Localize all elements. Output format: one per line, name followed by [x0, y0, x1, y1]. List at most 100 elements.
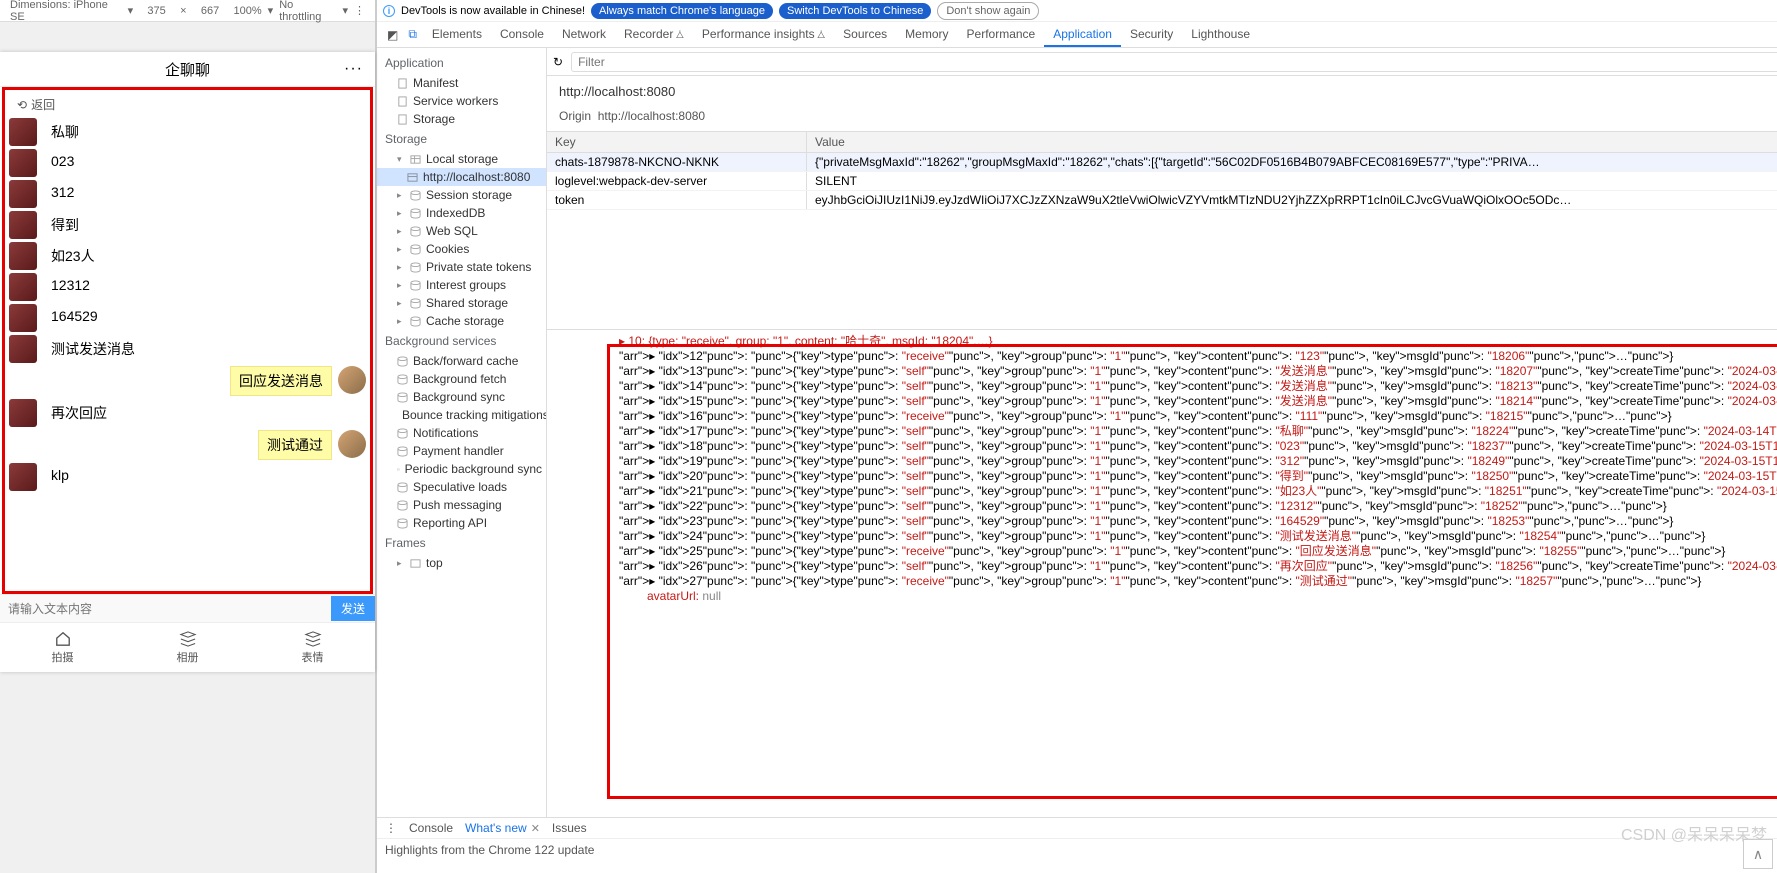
devtools-tab[interactable]: Memory [896, 23, 957, 47]
log-line[interactable]: ▸ 10: {type: "receive", group: "1", cont… [617, 334, 1777, 349]
avatar[interactable] [338, 430, 366, 458]
avatar[interactable] [9, 335, 37, 363]
message-row[interactable]: 私聊 [9, 118, 366, 146]
switch-chinese-button[interactable]: Switch DevTools to Chinese [779, 3, 931, 19]
storage-row[interactable]: chats-1879878-NKCNO-NKNK{"privateMsgMaxI… [547, 153, 1777, 172]
sidebar-item[interactable]: ▸Interest groups [377, 276, 546, 294]
message-row[interactable]: klp [9, 463, 366, 491]
avatar[interactable] [9, 273, 37, 301]
dont-show-button[interactable]: Don't show again [937, 2, 1039, 20]
more-icon[interactable]: ⋮ [354, 4, 365, 17]
sidebar-item[interactable]: ▸Cookies [377, 240, 546, 258]
message-row[interactable]: 164529 [9, 304, 366, 332]
sidebar-item[interactable]: Storage [377, 110, 546, 128]
log-line[interactable]: "arr">▸ "idx">23"punc">: "punc">{"key">t… [617, 514, 1777, 529]
devtools-tab[interactable]: Console [491, 23, 553, 47]
devtools-tab[interactable]: Recorder ⧊ [615, 23, 693, 47]
value-preview[interactable]: ▸ 10: {type: "receive", group: "1", cont… [547, 330, 1777, 817]
message-row[interactable]: 023 [9, 149, 366, 177]
chat-message-list[interactable]: ⟲ 返回 私聊 023 312 得到如23人 12312 164529 测试发送消息回应发送… [2, 87, 373, 594]
log-line[interactable]: "arr">▸ "idx">17"punc">: "punc">{"key">t… [617, 424, 1777, 439]
filter-input[interactable] [571, 52, 1777, 72]
more-icon[interactable]: ··· [344, 60, 363, 78]
log-line[interactable]: "arr">▸ "idx">21"punc">: "punc">{"key">t… [617, 484, 1777, 499]
message-row[interactable]: 再次回应 [9, 399, 366, 427]
devtools-tab[interactable]: Sources [834, 23, 896, 47]
avatar[interactable] [9, 304, 37, 332]
drawer-tab-issues[interactable]: Issues [552, 821, 587, 835]
drawer-more-icon[interactable]: ⋮ [385, 821, 397, 835]
sidebar-item[interactable]: Periodic background sync [377, 460, 546, 478]
close-icon[interactable]: ✕ [531, 822, 540, 835]
sidebar-item[interactable]: Notifications [377, 424, 546, 442]
devtools-tab[interactable]: Elements [423, 23, 491, 47]
tabbar-item[interactable]: 相册 [125, 623, 250, 672]
avatar[interactable] [9, 463, 37, 491]
sidebar-item[interactable]: Reporting API [377, 514, 546, 532]
message-row[interactable]: 测试通过 [9, 430, 366, 460]
avatar[interactable] [338, 366, 366, 394]
log-line[interactable]: "arr">▸ "idx">19"punc">: "punc">{"key">t… [617, 454, 1777, 469]
device-select[interactable]: Dimensions: iPhone SE [10, 0, 122, 23]
log-line[interactable]: "arr">▸ "idx">22"punc">: "punc">{"key">t… [617, 499, 1777, 514]
message-row[interactable]: 得到 [9, 211, 366, 239]
message-input[interactable] [0, 602, 331, 616]
devtools-tab[interactable]: Performance insights ⧊ [693, 23, 834, 47]
sidebar-item[interactable]: ▸Shared storage [377, 294, 546, 312]
devtools-tab[interactable]: Lighthouse [1182, 23, 1259, 47]
sidebar-item[interactable]: Back/forward cache [377, 352, 546, 370]
device-mode-icon[interactable]: ⧉ [404, 27, 421, 42]
tabbar-item[interactable]: 表情 [250, 623, 375, 672]
message-row[interactable]: 12312 [9, 273, 366, 301]
sidebar-item[interactable]: Push messaging [377, 496, 546, 514]
message-row[interactable]: 回应发送消息 [9, 366, 366, 396]
devtools-tab[interactable]: Application [1044, 23, 1121, 47]
sidebar-local-storage[interactable]: ▾Local storage [377, 150, 546, 168]
sidebar-item[interactable]: ▸Session storage [377, 186, 546, 204]
send-button[interactable]: 发送 [331, 596, 375, 621]
devtools-tab[interactable]: Performance [958, 23, 1045, 47]
log-line[interactable]: "arr">▸ "idx">25"punc">: "punc">{"key">t… [617, 544, 1777, 559]
avatar[interactable] [9, 242, 37, 270]
throttle-select[interactable]: No throttling [279, 0, 336, 23]
message-row[interactable]: 测试发送消息 [9, 335, 366, 363]
storage-row[interactable]: loglevel:webpack-dev-serverSILENT [547, 172, 1777, 191]
width-input[interactable] [139, 5, 174, 17]
sidebar-item[interactable]: ▸Web SQL [377, 222, 546, 240]
avatar[interactable] [9, 399, 37, 427]
log-line[interactable]: "arr">▸ "idx">14"punc">: "punc">{"key">t… [617, 379, 1777, 394]
log-line[interactable]: "arr">▸ "idx">16"punc">: "punc">{"key">t… [617, 409, 1777, 424]
sidebar-item[interactable]: Speculative loads [377, 478, 546, 496]
sidebar-item[interactable]: Payment handler [377, 442, 546, 460]
match-language-button[interactable]: Always match Chrome's language [591, 3, 773, 19]
sidebar-item[interactable]: ▸Private state tokens [377, 258, 546, 276]
scroll-top-button[interactable]: ∧ [1743, 839, 1773, 869]
devtools-tab[interactable]: Security [1121, 23, 1182, 47]
sidebar-item[interactable]: Bounce tracking mitigations [377, 406, 546, 424]
message-row[interactable]: 312 [9, 180, 366, 208]
log-line[interactable]: "arr">▸ "idx">13"punc">: "punc">{"key">t… [617, 364, 1777, 379]
storage-row[interactable]: tokeneyJhbGciOiJIUzI1NiJ9.eyJzdWIiOiJ7XC… [547, 191, 1777, 210]
sidebar-item[interactable]: ▸Cache storage [377, 312, 546, 330]
log-line[interactable]: "arr">▸ "idx">24"punc">: "punc">{"key">t… [617, 529, 1777, 544]
log-line[interactable]: "arr">▸ "idx">18"punc">: "punc">{"key">t… [617, 439, 1777, 454]
log-line[interactable]: "arr">▸ "idx">12"punc">: "punc">{"key">t… [617, 349, 1777, 364]
log-line[interactable]: "arr">▸ "idx">27"punc">: "punc">{"key">t… [617, 574, 1777, 589]
log-line[interactable]: "arr">▸ "idx">15"punc">: "punc">{"key">t… [617, 394, 1777, 409]
sidebar-item[interactable]: Background fetch [377, 370, 546, 388]
avatar[interactable] [9, 149, 37, 177]
inspect-icon[interactable]: ◩ [383, 28, 402, 42]
sidebar-localhost[interactable]: http://localhost:8080 [377, 168, 546, 186]
back-link[interactable]: ⟲ 返回 [9, 94, 366, 115]
avatar[interactable] [9, 180, 37, 208]
height-input[interactable] [193, 5, 228, 17]
drawer-tab-console[interactable]: Console [409, 821, 453, 835]
message-row[interactable]: 如23人 [9, 242, 366, 270]
sidebar-item[interactable]: Background sync [377, 388, 546, 406]
sidebar-item[interactable]: ▸IndexedDB [377, 204, 546, 222]
tabbar-item[interactable]: 拍摄 [0, 623, 125, 672]
devtools-tab[interactable]: Network [553, 23, 615, 47]
avatar[interactable] [9, 118, 37, 146]
zoom-select[interactable]: 100% [234, 5, 262, 17]
sidebar-item[interactable]: Manifest [377, 74, 546, 92]
